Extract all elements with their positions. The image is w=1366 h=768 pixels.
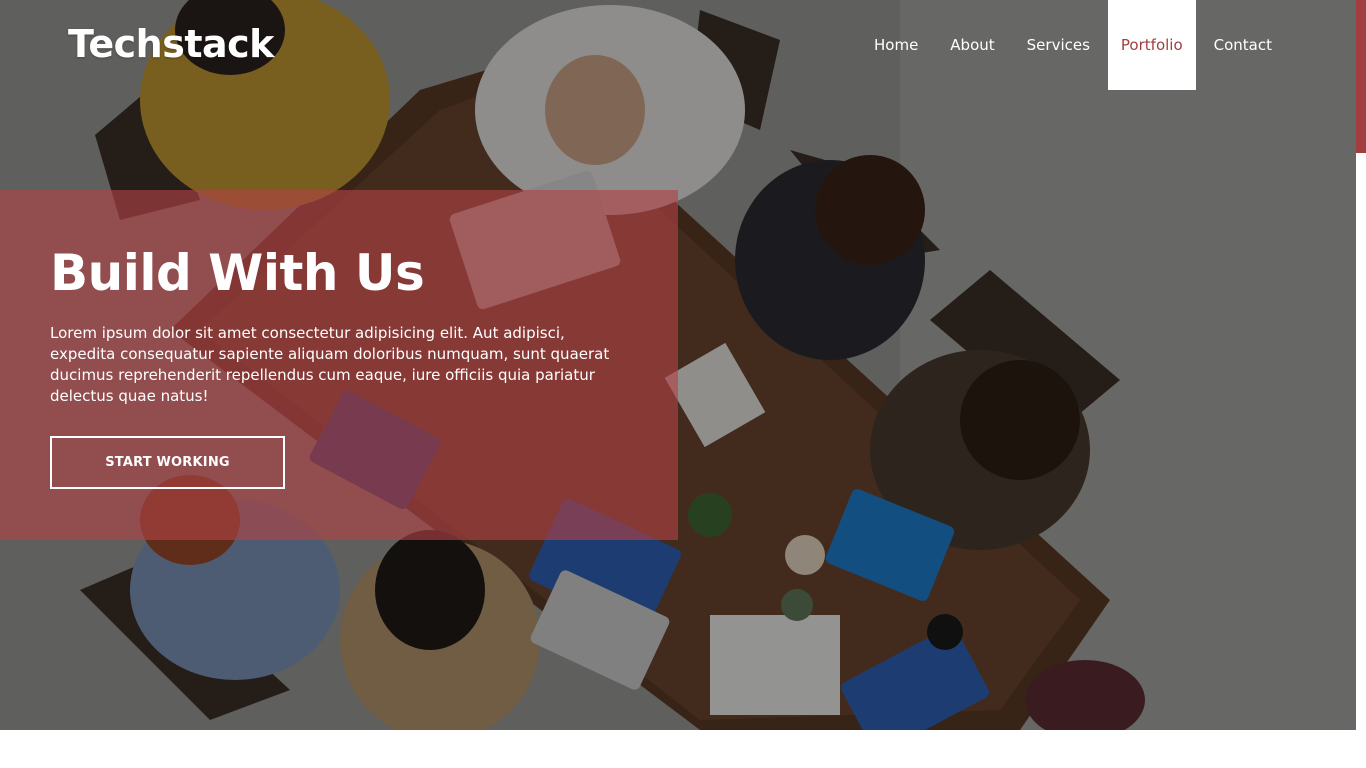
nav-item-services[interactable]: Services — [1013, 0, 1104, 90]
nav-item-about[interactable]: About — [936, 0, 1008, 90]
nav-item-portfolio[interactable]: Portfolio — [1107, 0, 1196, 90]
main-nav: Home About Services Portfolio Contact — [860, 0, 1286, 90]
nav-item-home[interactable]: Home — [860, 0, 932, 90]
page-scrollbar[interactable] — [1356, 0, 1366, 768]
scrollbar-thumb[interactable] — [1356, 0, 1366, 153]
start-working-button[interactable]: START WORKING — [50, 436, 285, 489]
site-logo[interactable]: Techstack — [68, 22, 274, 66]
nav-item-contact[interactable]: Contact — [1200, 0, 1286, 90]
hero-description: Lorem ipsum dolor sit amet consectetur a… — [50, 324, 610, 405]
landing-page: Techstack Home About Services Portfolio … — [0, 0, 1366, 768]
hero-title: Build With Us — [50, 244, 425, 302]
